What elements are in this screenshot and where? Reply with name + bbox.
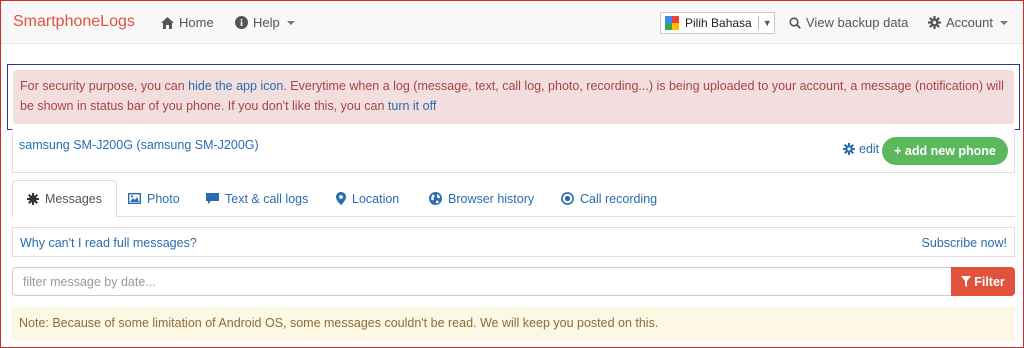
gear-icon xyxy=(928,16,941,29)
edit-phone-link[interactable]: edit xyxy=(843,142,879,156)
tab-location-label: Location xyxy=(352,191,400,206)
tab-photo-label: Photo xyxy=(147,191,180,206)
phone-name[interactable]: samsung SM-J200G (samsung SM-J200G) xyxy=(19,138,259,152)
add-new-phone-button[interactable]: + add new phone xyxy=(882,137,1008,165)
filter-icon xyxy=(961,276,972,287)
feature-tabs: Messages Photo Text & call logs Location… xyxy=(12,180,1015,218)
nav-account-label: Account xyxy=(946,15,993,30)
gear-icon xyxy=(27,193,39,205)
image-icon xyxy=(128,193,141,204)
tab-browser-history-label: Browser history xyxy=(448,191,535,206)
map-marker-icon xyxy=(336,192,346,205)
tab-photo[interactable]: Photo xyxy=(114,180,194,217)
home-icon xyxy=(161,16,174,29)
gear-icon xyxy=(843,143,855,155)
alert-text-1: For security purpose, you can xyxy=(20,79,189,93)
hide-app-icon-link[interactable]: hide the app icon xyxy=(188,79,283,93)
security-alert: For security purpose, you can hide the a… xyxy=(13,70,1014,124)
globe-icon xyxy=(429,192,442,205)
turn-it-off-link[interactable]: turn it off xyxy=(388,99,436,113)
filter-date-input[interactable] xyxy=(12,267,952,296)
nav-help[interactable]: Help xyxy=(235,15,295,30)
tab-text-call-logs[interactable]: Text & call logs xyxy=(192,180,322,217)
alert-container: For security purpose, you can hide the a… xyxy=(7,64,1020,130)
tab-messages[interactable]: Messages xyxy=(12,180,117,218)
chevron-down-icon xyxy=(286,20,295,25)
language-label: Pilih Bahasa xyxy=(685,16,752,30)
brand-logo[interactable]: SmartphoneLogs xyxy=(13,13,135,31)
comment-icon xyxy=(206,192,219,205)
tab-call-recording[interactable]: Call recording xyxy=(547,180,671,217)
info-icon xyxy=(235,16,248,29)
tab-call-recording-label: Call recording xyxy=(580,191,658,206)
info-row: Why can't I read full messages? Subscrib… xyxy=(12,227,1015,257)
dropdown-arrow-icon: ▼ xyxy=(762,18,772,28)
tab-browser-history[interactable]: Browser history xyxy=(415,180,548,217)
divider xyxy=(757,16,759,30)
tab-text-call-logs-label: Text & call logs xyxy=(225,191,309,206)
search-icon xyxy=(789,16,801,29)
edit-label: edit xyxy=(859,142,880,156)
why-cant-read-link[interactable]: Why can't I read full messages? xyxy=(20,236,197,250)
filter-button[interactable]: Filter xyxy=(951,267,1015,296)
nav-account[interactable]: Account xyxy=(928,15,1008,30)
chevron-down-icon xyxy=(999,20,1008,25)
google-logo-icon xyxy=(665,16,679,30)
tab-location[interactable]: Location xyxy=(322,180,413,217)
filter-button-label: Filter xyxy=(974,274,1005,289)
nav-view-backup[interactable]: View backup data xyxy=(789,15,908,30)
nav-home-label: Home xyxy=(179,15,214,30)
nav-home[interactable]: Home xyxy=(161,15,214,30)
subscribe-link[interactable]: Subscribe now! xyxy=(922,236,1007,250)
record-icon xyxy=(561,192,574,205)
nav-view-backup-label: View backup data xyxy=(806,15,909,30)
android-limitation-note: Note: Because of some limitation of Andr… xyxy=(12,307,1015,341)
tab-messages-label: Messages xyxy=(45,192,102,206)
top-navbar: SmartphoneLogs Home Help Pilih Bahasa ▼ … xyxy=(1,1,1023,44)
language-select[interactable]: Pilih Bahasa ▼ xyxy=(660,12,775,34)
nav-help-label: Help xyxy=(253,15,280,30)
